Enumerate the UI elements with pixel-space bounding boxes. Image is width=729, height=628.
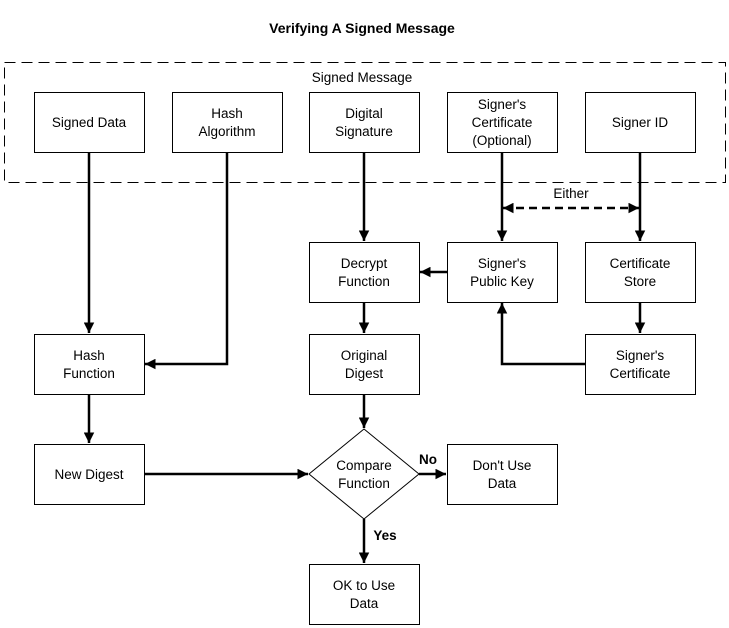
- edge-hash-algorithm-to-hash-function: [145, 152, 229, 370]
- node-digital-signature-box: [309, 92, 420, 153]
- node-compare-function-diamond: [308, 428, 420, 520]
- node-digital-signature-label: Digital: [345, 106, 383, 121]
- node-ok-to-use-data-box: [309, 564, 420, 625]
- node-dont-use-data-box: [447, 444, 558, 505]
- node-hash-algorithm-label: Algorithm: [198, 124, 255, 139]
- node-signers-public-key-label: Public Key: [470, 274, 534, 289]
- node-decrypt-function-label: Function: [338, 274, 390, 289]
- node-signers-certificate-label: Certificate: [610, 366, 671, 381]
- node-certificate-store-box: [585, 242, 696, 303]
- node-hash-algorithm: Hash Algorithm: [172, 92, 283, 153]
- signed-message-group-label: Signed Message: [312, 70, 413, 85]
- diagram-canvas: Verifying A Signed Message Signed Messag…: [4, 20, 726, 625]
- node-signer-id-label: Signer ID: [612, 115, 669, 130]
- node-certificate-store: Certificate Store: [585, 242, 696, 303]
- edge-signers-certificate-to-public-key: [496, 303, 585, 366]
- node-hash-algorithm-label: Hash: [211, 106, 243, 121]
- node-signers-certificate-label: Signer's: [616, 348, 665, 363]
- node-signed-data: Signed Data: [34, 92, 145, 153]
- node-hash-function-label: Function: [63, 366, 115, 381]
- node-new-digest-label: New Digest: [54, 467, 123, 482]
- node-signer-id: Signer ID: [585, 92, 696, 153]
- node-ok-to-use-data: OK to Use Data: [309, 564, 420, 625]
- node-signers-certificate-optional-label: Certificate: [472, 115, 533, 130]
- node-original-digest-box: [309, 334, 420, 395]
- node-decrypt-function-label: Decrypt: [341, 256, 388, 271]
- node-decrypt-function: Decrypt Function: [309, 242, 420, 303]
- node-signers-public-key: Signer's Public Key: [447, 242, 558, 303]
- node-hash-function-label: Hash: [73, 348, 105, 363]
- node-signed-data-label: Signed Data: [52, 115, 127, 130]
- node-signers-certificate: Signer's Certificate: [585, 334, 696, 395]
- node-signers-certificate-optional: Signer's Certificate (Optional): [447, 92, 558, 153]
- edge-label-yes: Yes: [373, 528, 396, 543]
- node-dont-use-data-label: Data: [488, 476, 517, 491]
- node-signers-certificate-optional-label: Signer's: [478, 97, 527, 112]
- node-compare-function-label: Function: [338, 476, 390, 491]
- node-certificate-store-label: Store: [624, 274, 656, 289]
- diagram-title: Verifying A Signed Message: [269, 20, 455, 36]
- node-digital-signature-label: Signature: [335, 124, 393, 139]
- node-original-digest-label: Digest: [345, 366, 384, 381]
- node-signers-public-key-box: [447, 242, 558, 303]
- node-compare-function: Compare Function: [308, 428, 420, 520]
- node-decrypt-function-box: [309, 242, 420, 303]
- node-new-digest: New Digest: [34, 444, 145, 505]
- node-original-digest: Original Digest: [309, 334, 420, 395]
- node-compare-function-label: Compare: [336, 458, 392, 473]
- node-hash-function-box: [34, 334, 145, 395]
- node-signers-public-key-label: Signer's: [478, 256, 527, 271]
- node-ok-to-use-data-label: OK to Use: [333, 578, 395, 593]
- node-dont-use-data: Don't Use Data: [447, 444, 558, 505]
- node-signers-certificate-box: [585, 334, 696, 395]
- node-signers-certificate-optional-label: (Optional): [472, 133, 531, 148]
- edge-label-no: No: [419, 452, 437, 467]
- node-ok-to-use-data-label: Data: [350, 596, 379, 611]
- edge-label-either: Either: [553, 186, 589, 201]
- node-hash-algorithm-box: [172, 92, 283, 153]
- node-original-digest-label: Original: [341, 348, 388, 363]
- node-dont-use-data-label: Don't Use: [473, 458, 532, 473]
- node-certificate-store-label: Certificate: [610, 256, 671, 271]
- node-digital-signature: Digital Signature: [309, 92, 420, 153]
- node-hash-function: Hash Function: [34, 334, 145, 395]
